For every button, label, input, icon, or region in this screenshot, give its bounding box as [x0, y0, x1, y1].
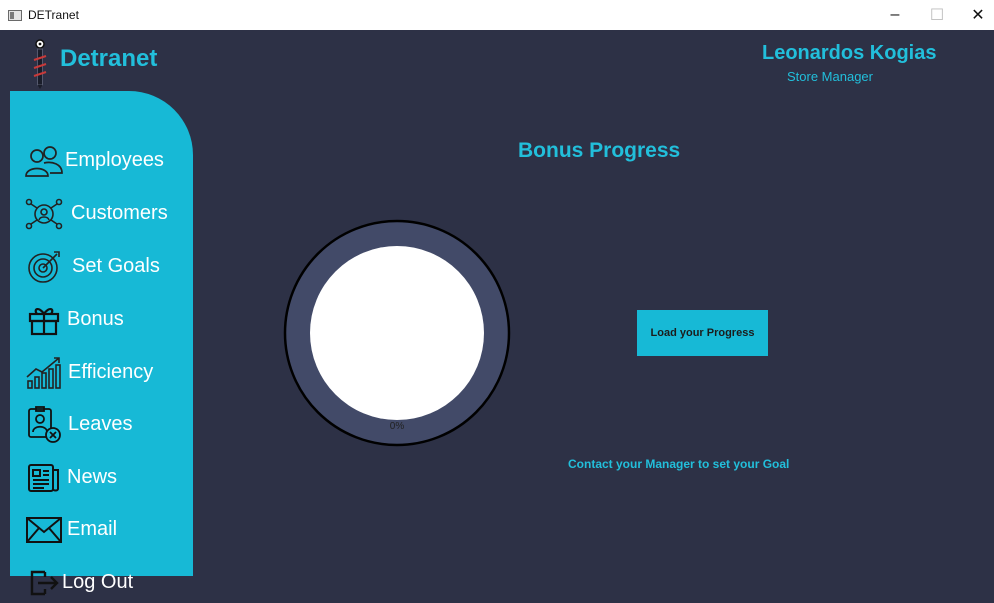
- sidebar-item-leaves[interactable]: Leaves: [10, 405, 193, 445]
- app-canvas: Detranet Leonardos Kogias Store Manager …: [10, 30, 994, 596]
- window-titlebar: DETranet – ☐ ✕: [0, 0, 994, 30]
- minimize-button[interactable]: –: [873, 0, 917, 30]
- sidebar-item-bonus[interactable]: Bonus: [10, 300, 193, 340]
- brand-name: Detranet: [60, 45, 158, 72]
- newspaper-icon: [24, 460, 64, 496]
- sidebar-item-set-goals[interactable]: Set Goals: [10, 247, 193, 287]
- sidebar-item-email[interactable]: Email: [10, 510, 193, 550]
- sidebar: Employees Customers Set Goals Bonus Effi…: [10, 91, 193, 596]
- customers-icon: [24, 196, 64, 232]
- logout-icon: [24, 565, 64, 601]
- bar-chart-icon: [24, 355, 64, 391]
- progress-gauge: [282, 218, 512, 448]
- sidebar-item-label: Employees: [65, 149, 164, 171]
- sidebar-item-label: Log Out: [62, 571, 134, 593]
- sidebar-item-label: Email: [67, 518, 118, 540]
- user-role: Store Manager: [787, 69, 873, 84]
- target-icon: [24, 249, 64, 285]
- envelope-icon: [24, 512, 64, 548]
- sidebar-item-efficiency[interactable]: Efficiency: [10, 353, 193, 393]
- gift-icon: [24, 302, 64, 338]
- user-name: Leonardos Kogias: [762, 42, 937, 64]
- maximize-button[interactable]: ☐: [915, 0, 959, 30]
- status-message: Contact your Manager to set your Goal: [568, 457, 790, 471]
- leaves-icon: [24, 406, 64, 443]
- sidebar-item-label: News: [67, 466, 118, 488]
- sidebar-item-label: Bonus: [67, 308, 124, 330]
- sidebar-item-label: Customers: [71, 202, 168, 224]
- sidebar-item-label: Set Goals: [72, 255, 160, 277]
- employees-icon: [24, 143, 64, 179]
- sidebar-item-customers[interactable]: Customers: [10, 194, 193, 234]
- page-title: Bonus Progress: [518, 139, 681, 162]
- sidebar-item-log-out[interactable]: Log Out: [10, 563, 193, 603]
- app-window-icon: [8, 10, 22, 21]
- sidebar-item-employees[interactable]: Employees: [10, 141, 193, 181]
- sidebar-item-label: Leaves: [68, 413, 133, 435]
- sidebar-item-label: Efficiency: [68, 361, 154, 383]
- sidebar-item-news[interactable]: News: [10, 458, 193, 498]
- load-progress-button[interactable]: Load your Progress: [637, 310, 768, 356]
- close-button[interactable]: ✕: [956, 0, 994, 30]
- screw-tool-icon: [28, 38, 52, 90]
- window-title: DETranet: [28, 8, 79, 22]
- progress-percent: 0%: [389, 421, 405, 432]
